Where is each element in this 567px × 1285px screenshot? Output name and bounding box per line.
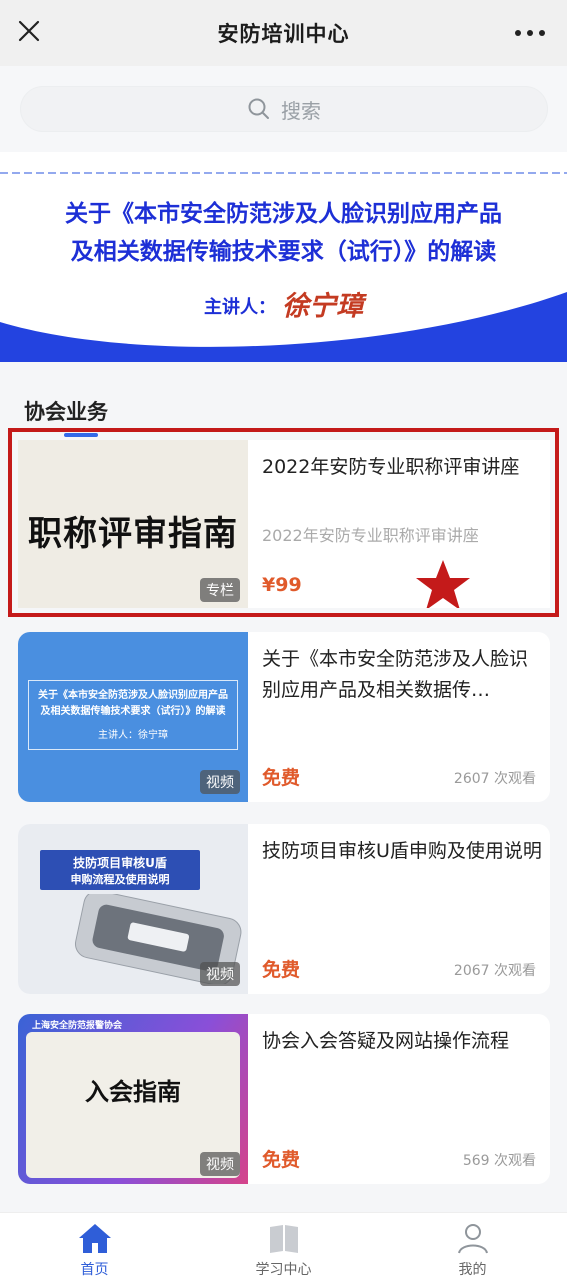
view-count: 2607 次观看	[453, 771, 536, 787]
thumbnail-line2: 申购流程及使用说明	[70, 873, 170, 886]
user-icon	[457, 1224, 488, 1254]
thumbnail-header: 上海安全防范报警协会	[32, 1021, 123, 1031]
banner-wave	[0, 292, 567, 362]
thumbnail-line1: 技防项目审核U盾	[73, 856, 167, 870]
search-placeholder: 搜索	[281, 98, 321, 123]
search-input[interactable]: 搜索	[20, 86, 548, 132]
top-bar: 安防培训中心	[0, 0, 567, 66]
thumbnail-text: 职称评审指南	[28, 514, 238, 554]
nav-home[interactable]: 首页	[0, 1213, 189, 1285]
book-icon	[269, 1225, 298, 1253]
banner-title-line1: 关于《本市安全防范涉及人脸识别应用产品	[65, 201, 502, 227]
nav-mine[interactable]: 我的	[378, 1213, 567, 1285]
course-subtitle: 2022年安防专业职称评审讲座	[262, 526, 479, 545]
more-icon[interactable]	[515, 24, 545, 42]
bottom-nav: 首页 学习中心 我的	[0, 1212, 567, 1285]
course-card-3[interactable]: 技防项目审核U盾 申购流程及使用说明 视频 技防项目审核U盾申购及使用说明 免费…	[18, 824, 550, 994]
course-type-badge: 视频	[200, 1152, 240, 1176]
thumbnail-line2: 及相关数据传输技术要求（试行）》的解读	[40, 706, 226, 717]
banner-title-line2: 及相关数据传输技术要求（试行）》的解读	[70, 239, 497, 265]
search-area: 搜索	[0, 66, 567, 154]
promo-banner[interactable]: 关于《本市安全防范涉及人脸识别应用产品 及相关数据传输技术要求（试行）》的解读 …	[0, 152, 567, 362]
section-underline	[64, 433, 98, 437]
thumbnail-line1: 关于《本市安全防范涉及人脸识别应用产品	[38, 690, 228, 701]
course-thumbnail: 上海安全防范报警协会 入会指南 视频	[18, 1014, 248, 1184]
course-card-4[interactable]: 上海安全防范报警协会 入会指南 视频 协会入会答疑及网站操作流程 免费 569 …	[18, 1014, 550, 1184]
course-price: 免费	[262, 767, 301, 789]
course-thumbnail: 职称评审指南 专栏	[18, 440, 248, 608]
thumbnail-text: 入会指南	[85, 1078, 181, 1106]
course-card-2[interactable]: 关于《本市安全防范涉及人脸识别应用产品 及相关数据传输技术要求（试行）》的解读 …	[18, 632, 550, 802]
course-type-badge: 专栏	[200, 578, 240, 602]
course-thumbnail: 技防项目审核U盾 申购流程及使用说明 视频	[18, 824, 248, 994]
view-count: 569 次观看	[462, 1153, 536, 1169]
course-type-badge: 视频	[200, 770, 240, 794]
course-price: 免费	[262, 1149, 301, 1171]
thumbnail-speaker: 主讲人：徐宁璋	[98, 730, 168, 741]
banner-divider	[0, 172, 567, 174]
home-icon	[78, 1224, 111, 1253]
view-count: 2067 次观看	[453, 963, 536, 979]
nav-learning-center[interactable]: 学习中心	[189, 1213, 378, 1285]
star-icon	[416, 560, 470, 608]
nav-mine-label: 我的	[458, 1262, 487, 1278]
course-title: 关于《本市安全防范涉及人脸识别应用产品及相关数据传…	[262, 648, 529, 701]
course-title: 协会入会答疑及网站操作流程	[262, 1030, 510, 1052]
section-title: 协会业务	[24, 400, 108, 424]
nav-learning-label: 学习中心	[255, 1262, 312, 1278]
course-type-badge: 视频	[200, 962, 240, 986]
course-thumbnail: 关于《本市安全防范涉及人脸识别应用产品 及相关数据传输技术要求（试行）》的解读 …	[18, 632, 248, 802]
search-icon	[248, 98, 269, 119]
course-price: ¥99	[262, 574, 302, 596]
course-title: 2022年安防专业职称评审讲座	[262, 456, 520, 478]
course-card-1[interactable]: 职称评审指南 专栏 2022年安防专业职称评审讲座 2022年安防专业职称评审讲…	[18, 440, 550, 608]
close-icon[interactable]	[14, 16, 44, 46]
course-title: 技防项目审核U盾申购及使用说明	[262, 840, 542, 862]
nav-home-label: 首页	[80, 1262, 109, 1278]
page-title: 安防培训中心	[217, 22, 350, 46]
course-price: 免费	[262, 959, 301, 981]
